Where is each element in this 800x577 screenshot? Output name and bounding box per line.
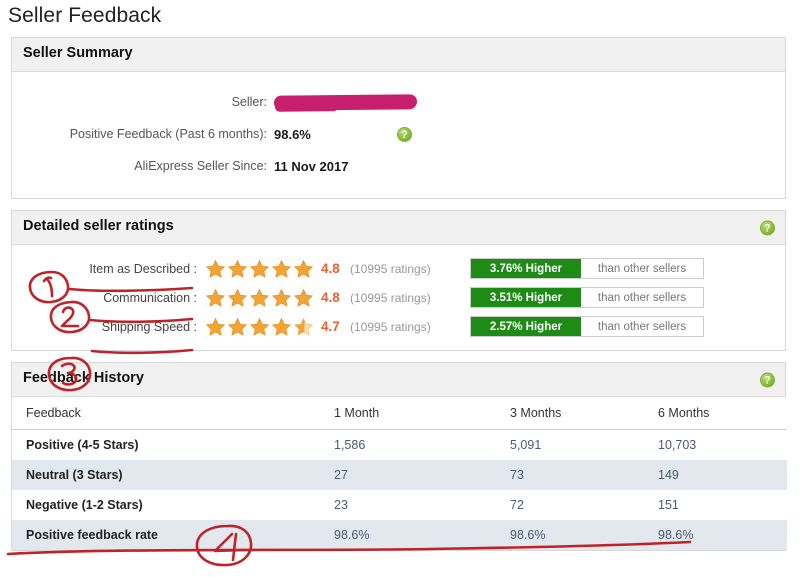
cell-negative-3months: 72	[496, 490, 644, 520]
dsr-row-shipping-speed: Shipping Speed : 4.7 (10995 ratings) 2.5…	[12, 312, 785, 341]
dsr-count-shipping-speed: (10995 ratings)	[350, 319, 431, 334]
detailed-seller-ratings-header: Detailed seller ratings ?	[12, 211, 785, 245]
star-icon	[271, 259, 292, 279]
help-icon-positive-feedback[interactable]: ?	[396, 126, 412, 142]
dsr-comparison-value: 2.57% Higher	[471, 317, 581, 336]
star-rating-item-as-described	[205, 259, 321, 279]
cell-negative-1month: 23	[320, 490, 496, 520]
row-label-positive: Positive (4-5 Stars)	[12, 429, 320, 460]
cell-positive-6months: 10,703	[644, 429, 787, 460]
column-header-6-months: 6 Months	[644, 397, 787, 430]
dsr-label-shipping-speed: Shipping Speed :	[101, 319, 197, 334]
star-icon	[293, 259, 314, 279]
star-rating-shipping-speed	[205, 317, 321, 337]
detailed-seller-ratings-title: Detailed seller ratings	[23, 218, 174, 234]
cell-rate-3months: 98.6%	[496, 520, 644, 550]
dsr-comparison-suffix: than other sellers	[581, 317, 703, 336]
summary-value-seller-since: 11 Nov 2017	[274, 158, 349, 174]
star-icon-half	[293, 317, 314, 337]
cell-positive-3months: 5,091	[496, 429, 644, 460]
page-title: Seller Feedback	[8, 4, 162, 27]
summary-label-seller: Seller:	[231, 95, 267, 109]
dsr-score-item-as-described: 4.8	[321, 261, 340, 276]
dsr-comparison-value: 3.51% Higher	[471, 288, 581, 307]
column-header-feedback: Feedback	[12, 397, 320, 430]
help-icon-detailed-seller-ratings[interactable]: ?	[760, 220, 775, 235]
dsr-comparison-communication: 3.51% Higher than other sellers	[470, 287, 704, 308]
star-icon	[271, 288, 292, 308]
feedback-history-table: Feedback 1 Month 3 Months 6 Months Posit…	[12, 397, 787, 550]
cell-neutral-3months: 73	[496, 460, 644, 490]
star-rating-communication	[205, 288, 321, 308]
row-label-positive-feedback-rate: Positive feedback rate	[12, 520, 320, 550]
dsr-count-communication: (10995 ratings)	[350, 290, 431, 305]
summary-row-seller: Seller:	[12, 86, 785, 118]
table-row: Positive feedback rate 98.6% 98.6% 98.6%	[12, 520, 787, 550]
summary-label-seller-since: AliExpress Seller Since:	[134, 159, 267, 173]
detailed-seller-ratings-panel: Detailed seller ratings ? Item as Descri…	[11, 210, 786, 351]
star-icon	[205, 317, 226, 337]
star-icon	[293, 288, 314, 308]
dsr-comparison-suffix: than other sellers	[581, 259, 703, 278]
cell-negative-6months: 151	[644, 490, 787, 520]
seller-summary-title: Seller Summary	[23, 45, 133, 61]
seller-summary-header: Seller Summary	[12, 38, 785, 72]
star-icon	[249, 288, 270, 308]
table-row: Negative (1-2 Stars) 23 72 151	[12, 490, 787, 520]
dsr-comparison-suffix: than other sellers	[581, 288, 703, 307]
star-icon	[227, 317, 248, 337]
feedback-history-panel: Feedback History ? Feedback 1 Month 3 Mo…	[11, 362, 787, 551]
star-icon	[205, 288, 226, 308]
star-icon	[271, 317, 292, 337]
summary-value-positive-feedback: 98.6%	[274, 126, 311, 142]
seller-name-redaction	[273, 93, 418, 111]
summary-row-positive-feedback: Positive Feedback (Past 6 months): 98.6%…	[12, 118, 785, 150]
star-icon	[227, 288, 248, 308]
dsr-row-communication: Communication : 4.8 (10995 ratings) 3.51…	[12, 283, 785, 312]
table-row: Positive (4-5 Stars) 1,586 5,091 10,703	[12, 429, 787, 460]
cell-rate-1month: 98.6%	[320, 520, 496, 550]
cell-rate-6months: 98.6%	[644, 520, 787, 550]
dsr-label-communication: Communication :	[103, 290, 197, 305]
star-icon	[205, 259, 226, 279]
cell-neutral-6months: 149	[644, 460, 787, 490]
row-label-neutral: Neutral (3 Stars)	[12, 460, 320, 490]
seller-summary-body: Seller: Positive Feedback (Past 6 months…	[12, 72, 785, 198]
cell-positive-1month: 1,586	[320, 429, 496, 460]
table-row: Neutral (3 Stars) 27 73 149	[12, 460, 787, 490]
help-icon-feedback-history[interactable]: ?	[760, 372, 775, 387]
summary-row-seller-since: AliExpress Seller Since: 11 Nov 2017	[12, 150, 785, 182]
dsr-comparison-shipping-speed: 2.57% Higher than other sellers	[470, 316, 704, 337]
column-header-3-months: 3 Months	[496, 397, 644, 430]
detailed-seller-ratings-body: Item as Described : 4.8 (10995 ratings) …	[12, 245, 785, 350]
dsr-score-communication: 4.8	[321, 290, 340, 305]
star-icon	[249, 259, 270, 279]
seller-summary-panel: Seller Summary Seller: Positive Feedback…	[11, 37, 786, 199]
summary-label-positive-feedback: Positive Feedback (Past 6 months):	[69, 127, 267, 141]
star-icon	[249, 317, 270, 337]
dsr-row-item-as-described: Item as Described : 4.8 (10995 ratings) …	[12, 254, 785, 283]
dsr-score-shipping-speed: 4.7	[321, 319, 340, 334]
dsr-count-item-as-described: (10995 ratings)	[350, 261, 431, 276]
row-label-negative: Negative (1-2 Stars)	[12, 490, 320, 520]
dsr-label-item-as-described: Item as Described :	[89, 261, 197, 276]
table-header-row: Feedback 1 Month 3 Months 6 Months	[12, 397, 787, 430]
dsr-comparison-item-as-described: 3.76% Higher than other sellers	[470, 258, 704, 279]
column-header-1-month: 1 Month	[320, 397, 496, 430]
feedback-history-title: Feedback History	[23, 370, 144, 386]
dsr-comparison-value: 3.76% Higher	[471, 259, 581, 278]
cell-neutral-1month: 27	[320, 460, 496, 490]
feedback-history-header: Feedback History ?	[12, 363, 785, 397]
star-icon	[227, 259, 248, 279]
